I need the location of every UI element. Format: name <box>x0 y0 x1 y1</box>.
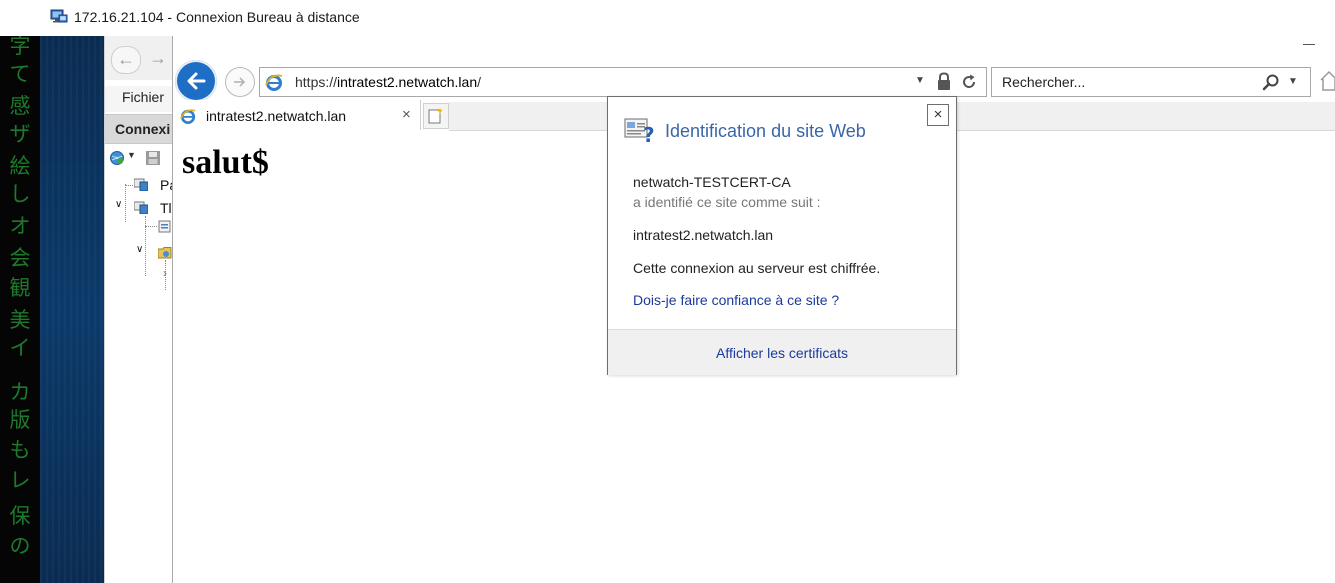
search-input[interactable]: Rechercher... <box>1002 74 1085 90</box>
connections-toolbar: ▼ <box>105 144 173 172</box>
matrix-glyph: も <box>9 438 31 462</box>
new-tab-button[interactable] <box>423 103 449 129</box>
matrix-glyph: オ <box>9 214 31 238</box>
menu-fichier[interactable]: Fichier <box>122 89 164 105</box>
ie-favicon-icon <box>180 109 196 124</box>
matrix-glyph: 観 <box>9 276 31 300</box>
connections-panel-label: Connexi <box>115 121 171 137</box>
matrix-glyph: 感 <box>9 94 31 118</box>
matrix-glyph: の <box>9 534 31 558</box>
matrix-glyph: 保 <box>9 504 31 528</box>
home-icon[interactable] <box>1319 68 1335 94</box>
sites-folder-icon <box>158 247 172 259</box>
tab-close-icon[interactable]: × <box>402 106 411 123</box>
rdp-window-title: 172.16.21.104 - Connexion Bureau à dista… <box>74 9 360 25</box>
address-path: / <box>477 74 482 90</box>
save-icon[interactable] <box>145 150 161 166</box>
svg-text:?: ? <box>643 123 655 145</box>
matrix-glyph: 絵 <box>9 154 31 178</box>
tree-item-server[interactable]: Tl <box>160 200 172 216</box>
back-arrow-icon <box>187 72 206 90</box>
matrix-glyph: 字 <box>9 36 31 58</box>
forward-arrow-icon <box>234 77 246 87</box>
matrix-glyph: 版 <box>9 408 31 432</box>
search-box[interactable]: Rechercher... ▼ <box>991 67 1311 97</box>
background-forward-icon[interactable]: → <box>149 48 167 69</box>
matrix-glyph: 会 <box>9 246 31 270</box>
trust-site-link[interactable]: Dois-je faire confiance à ce site ? <box>633 292 839 308</box>
popup-close-button[interactable]: × <box>927 104 949 126</box>
background-back-button[interactable]: ← <box>111 46 141 74</box>
ie-favicon-icon <box>265 74 283 91</box>
matrix-glyph: 美 <box>9 308 31 332</box>
certificate-issuer: netwatch-TESTCERT-CA <box>633 174 791 190</box>
matrix-glyph: レ <box>9 468 31 492</box>
tree-collapse-icon[interactable]: ∨ <box>115 199 122 210</box>
back-button[interactable] <box>175 60 217 102</box>
search-dropdown-icon[interactable]: ▼ <box>1288 76 1298 87</box>
site-identification-popup: × ? Identification du site Web netwatch-… <box>607 96 957 375</box>
search-icon[interactable] <box>1262 73 1280 91</box>
matrix-glyph: ザ <box>9 122 31 146</box>
matrix-glyph: カ <box>9 380 31 404</box>
matrix-glyph: イ <box>9 336 31 360</box>
minimize-button[interactable] <box>1303 44 1315 45</box>
tree-expand-icon[interactable]: › <box>163 266 167 280</box>
address-dropdown-icon[interactable]: ▼ <box>915 75 925 86</box>
tree-collapse-icon[interactable]: ∨ <box>136 244 143 255</box>
tab-title[interactable]: intratest2.netwatch.lan <box>206 108 346 124</box>
page-heading: salut$ <box>182 144 269 181</box>
server-icon <box>134 201 148 214</box>
server-icon <box>134 178 148 191</box>
connections-tree: Pa ∨ Tl ∨ › <box>105 174 177 354</box>
identified-as-label: a identifié ce site comme suit : <box>633 194 821 210</box>
desktop-wallpaper-panel <box>40 36 104 583</box>
new-tab-icon <box>428 108 443 124</box>
lock-icon[interactable] <box>936 72 952 91</box>
view-certificates-link[interactable]: Afficher les certificats <box>608 345 956 361</box>
address-url[interactable]: https://intratest2.netwatch.lan/ <box>295 74 481 90</box>
matrix-glyph: し <box>9 182 31 206</box>
remote-desktop-icon <box>50 9 68 23</box>
desktop-wallpaper: 文字て感ザ絵しオ会観美イカ版もレ保の <box>0 36 40 583</box>
encryption-status-text: Cette connexion au serveur est chiffrée. <box>633 260 881 276</box>
address-host: intratest2.netwatch.lan <box>337 74 478 90</box>
refresh-icon[interactable] <box>960 73 978 91</box>
dropdown-arrow-icon[interactable]: ▼ <box>127 150 136 160</box>
popup-title: Identification du site Web <box>665 121 866 141</box>
background-iis-manager-window[interactable]: ← → Fichier Connexi ▼ Pa ∨ Tl ∨ › <box>104 36 177 583</box>
matrix-glyph: て <box>9 62 31 86</box>
application-pools-icon <box>158 220 171 233</box>
identified-site-name: intratest2.netwatch.lan <box>633 227 774 243</box>
popup-footer: Afficher les certificats <box>608 329 956 375</box>
site-certificate-help-icon: ? <box>624 118 655 145</box>
address-scheme: https:// <box>295 74 338 90</box>
rdp-title-bar: 172.16.21.104 - Connexion Bureau à dista… <box>0 0 1335 36</box>
address-bar[interactable]: https://intratest2.netwatch.lan/ ▼ <box>259 67 987 97</box>
connect-globe-icon[interactable] <box>109 150 125 166</box>
forward-button[interactable] <box>225 67 255 97</box>
